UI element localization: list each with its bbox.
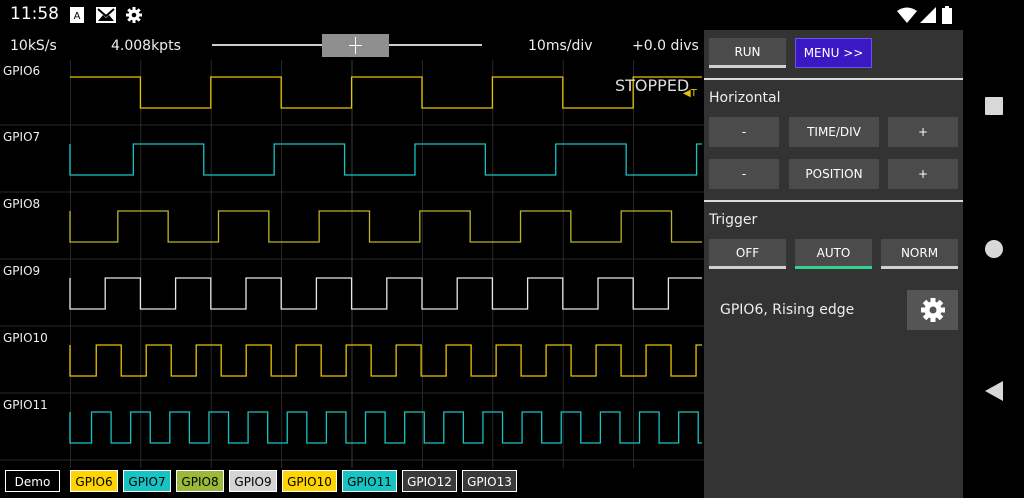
menu-button[interactable]: MENU >> — [795, 38, 872, 68]
chip-gpio11[interactable]: GPIO11 — [342, 470, 397, 492]
wifi-icon — [897, 7, 917, 23]
time-per-div: 10ms/div — [528, 38, 593, 54]
horizontal-offset: +0.0 divs — [632, 38, 699, 54]
waveform-gpio6 — [70, 76, 702, 109]
recents-icon[interactable] — [985, 97, 1003, 115]
time-div-decrease-button[interactable]: - — [709, 117, 779, 147]
trigger-off-button[interactable]: OFF — [709, 239, 786, 269]
waveform-gpio10 — [69, 344, 702, 377]
battery-icon — [942, 6, 952, 24]
waveform-gpio7 — [69, 143, 702, 176]
acquisition-state: STOPPED — [615, 76, 690, 95]
scope-display[interactable] — [0, 30, 704, 498]
run-button[interactable]: RUN — [709, 38, 786, 68]
chip-gpio7[interactable]: GPIO7 — [123, 470, 171, 492]
waveform-canvas[interactable] — [0, 60, 704, 498]
chip-gpio9[interactable]: GPIO9 — [229, 470, 277, 492]
navigation-bar — [963, 30, 1024, 498]
clock: 11:58 — [10, 4, 59, 24]
svg-text:A: A — [74, 11, 81, 22]
horizontal-section-title: Horizontal — [709, 90, 781, 106]
channel-label-gpio9: GPIO9 — [3, 264, 41, 278]
chip-gpio12[interactable]: GPIO12 — [402, 470, 457, 492]
channel-label-gpio7: GPIO7 — [3, 130, 41, 144]
waveform-gpio11 — [69, 411, 702, 444]
gear-icon — [920, 298, 945, 322]
channel-label-gpio8: GPIO8 — [3, 197, 41, 211]
text-notification-icon: A — [70, 7, 84, 23]
chip-gpio8[interactable]: GPIO8 — [176, 470, 224, 492]
gmail-icon — [96, 7, 116, 23]
section-divider — [704, 78, 963, 80]
trigger-description: GPIO6, Rising edge — [720, 302, 855, 318]
trigger-section-title: Trigger — [709, 212, 758, 228]
trigger-auto-button[interactable]: AUTO — [795, 239, 872, 269]
chip-gpio10[interactable]: GPIO10 — [282, 470, 337, 492]
channel-label-gpio6: GPIO6 — [3, 64, 41, 78]
trigger-settings-button[interactable] — [907, 290, 958, 330]
section-divider — [704, 200, 963, 202]
status-bar: 11:58 A — [0, 0, 1024, 30]
position-button[interactable]: POSITION — [789, 159, 879, 189]
trigger-norm-button[interactable]: NORM — [881, 239, 958, 269]
points-count: 4.008kpts — [111, 38, 181, 54]
position-slider-thumb[interactable] — [322, 34, 389, 57]
home-icon[interactable] — [984, 239, 1004, 259]
back-icon[interactable] — [985, 381, 1003, 401]
chip-gpio13[interactable]: GPIO13 — [462, 470, 517, 492]
trigger-level-marker[interactable]: ◀T — [683, 88, 697, 99]
channel-label-gpio11: GPIO11 — [3, 398, 48, 412]
chip-gpio6[interactable]: GPIO6 — [70, 470, 118, 492]
position-decrease-button[interactable]: - — [709, 159, 779, 189]
cell-signal-icon — [920, 7, 936, 23]
waveform-gpio9 — [69, 277, 702, 310]
waveforms — [69, 76, 702, 444]
waveform-gpio8 — [69, 210, 702, 243]
settings-gear-icon — [126, 7, 142, 23]
chip-demo[interactable]: Demo — [5, 470, 60, 492]
sample-rate: 10kS/s — [10, 38, 57, 54]
time-div-button[interactable]: TIME/DIV — [789, 117, 879, 147]
position-increase-button[interactable]: + — [888, 159, 958, 189]
channel-label-gpio10: GPIO10 — [3, 331, 48, 345]
time-div-increase-button[interactable]: + — [888, 117, 958, 147]
